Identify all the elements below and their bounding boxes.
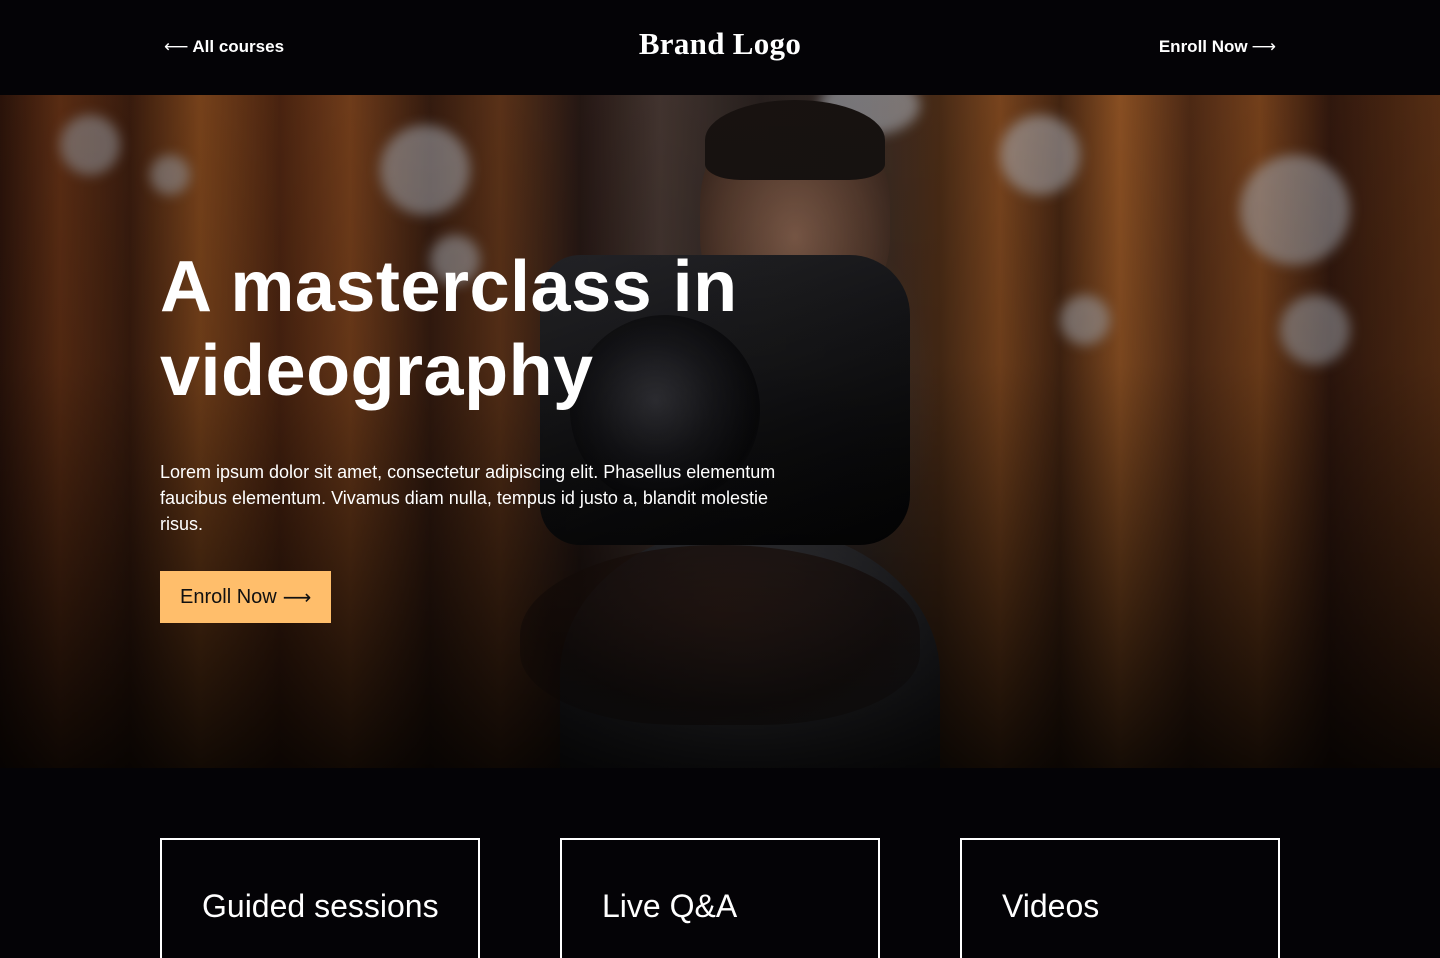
- feature-card[interactable]: Live Q&A: [560, 838, 880, 958]
- top-navigation: ⟵ All courses Brand Logo Enroll Now ⟶: [0, 0, 1440, 95]
- hero-content: A masterclass in videography Lorem ipsum…: [160, 245, 840, 623]
- feature-card-title: Guided sessions: [202, 888, 439, 924]
- feature-card-title: Videos: [1002, 888, 1100, 924]
- enroll-now-button[interactable]: Enroll Now ⟶: [160, 571, 332, 623]
- enroll-now-nav-link[interactable]: Enroll Now ⟶: [1159, 36, 1276, 58]
- feature-card-title: Live Q&A: [602, 888, 738, 924]
- hero-title: A masterclass in videography: [160, 247, 738, 411]
- enroll-now-button-label: Enroll Now: [180, 585, 277, 608]
- arrow-right-icon: ⟶: [282, 585, 312, 609]
- arrow-right-icon: ⟶: [1251, 37, 1276, 57]
- feature-card[interactable]: Videos: [960, 838, 1280, 958]
- hero-description: Lorem ipsum dolor sit amet, consectetur …: [160, 462, 776, 534]
- feature-cards: Guided sessions Live Q&A Videos: [160, 838, 1280, 958]
- enroll-now-nav-label: Enroll Now: [1158, 37, 1248, 56]
- feature-card[interactable]: Guided sessions: [160, 838, 480, 958]
